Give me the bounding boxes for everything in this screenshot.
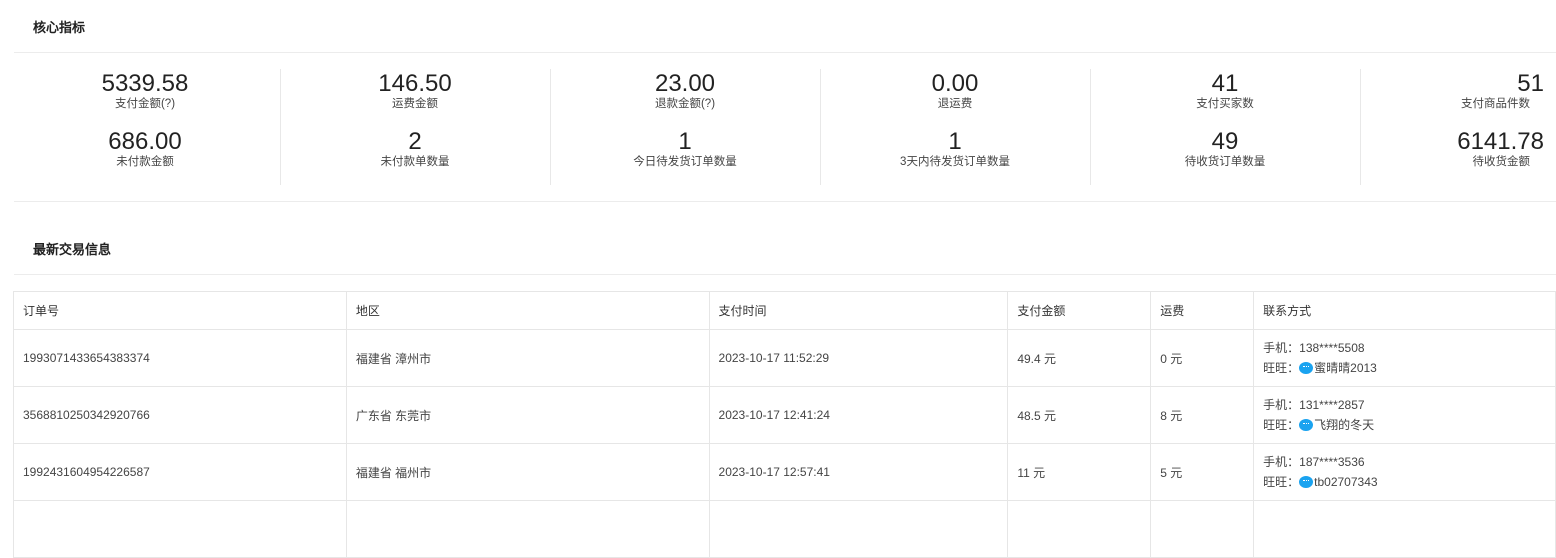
metric-value: 41 [1211, 70, 1239, 97]
metric-value: 1 [678, 128, 692, 155]
metric-unpaid-amount: 686.00 未付款金额 [10, 129, 280, 170]
wangwang-line: 旺旺： 蜜晴晴2013 [1263, 358, 1546, 378]
transactions-table: 订单号 地区 支付时间 支付金额 运费 联系方式 199307143365438… [13, 291, 1556, 558]
table-row: 3568810250342920766 广东省 东莞市 2023-10-17 1… [13, 386, 1556, 444]
latest-transactions-title: 最新交易信息 [33, 242, 112, 257]
wangwang-id[interactable]: 蜜晴晴2013 [1314, 361, 1377, 375]
metric-column: 5339.58 支付金额(?) 686.00 未付款金额 [10, 69, 281, 185]
pay-time-cell: 2023-10-17 12:57:41 [708, 443, 1009, 501]
pay-time-cell: 2023-10-17 12:41:24 [708, 386, 1009, 444]
contact-cell: 手机：187****3536 旺旺： tb02707343 [1253, 443, 1556, 501]
metric-label: 待收货订单数量 [1184, 156, 1266, 168]
region-cell: 福建省 漳州市 [345, 329, 710, 387]
phone-text: 手机：131****2857 [1263, 398, 1365, 412]
wangwang-label: 旺旺： [1263, 418, 1300, 432]
metric-value: 1 [948, 128, 962, 155]
pay-time-cell: 2023-10-17 11:52:29 [708, 329, 1009, 387]
wangwang-id[interactable]: tb02707343 [1314, 475, 1377, 489]
column-header-contact: 联系方式 [1253, 291, 1556, 330]
metric-label[interactable]: 支付金额(?) [10, 97, 280, 112]
order-no-cell: 1992431604954226587 [13, 443, 347, 501]
wangwang-chat-icon[interactable] [1299, 476, 1314, 488]
metric-label: 未付款金额 [116, 156, 174, 168]
metric-value: 5339.58 [101, 70, 189, 97]
metric-value: 49 [1211, 128, 1239, 155]
metric-freight-amount: 146.50 运费金额 [280, 71, 550, 112]
order-no-cell: 1993071433654383374 [13, 329, 347, 387]
metric-label: 今日待发货订单数量 [633, 156, 737, 168]
metric-column: 23.00 退款金额(?) 1 今日待发货订单数量 [550, 69, 821, 185]
core-metrics-panel: 5339.58 支付金额(?) 686.00 未付款金额 146.50 运费金额… [10, 69, 1556, 185]
column-header-pay-time: 支付时间 [708, 291, 1009, 330]
metric-unpaid-orders: 2 未付款单数量 [280, 129, 550, 170]
contact-cell: 手机：138****5508 旺旺： 蜜晴晴2013 [1253, 329, 1556, 387]
metric-paid-items: 51 支付商品件数 [1360, 71, 1544, 112]
column-header-region: 地区 [345, 291, 710, 330]
metric-refund-freight: 0.00 退运费 [820, 71, 1090, 112]
metric-value: 6141.78 [1457, 128, 1544, 155]
region-cell: 福建省 福州市 [345, 443, 710, 501]
metric-value: 686.00 [108, 128, 182, 155]
metric-label: 支付商品件数 [1461, 98, 1530, 110]
table-header-row: 订单号 地区 支付时间 支付金额 运费 联系方式 [13, 291, 1556, 330]
phone-text: 手机：138****5508 [1263, 341, 1365, 355]
metric-value: 23.00 [654, 70, 716, 97]
metric-refund-amount: 23.00 退款金额(?) [550, 71, 820, 112]
metric-pending-receipt-orders: 49 待收货订单数量 [1090, 129, 1360, 170]
metric-column: 41 支付买家数 49 待收货订单数量 [1090, 69, 1361, 185]
wangwang-line: 旺旺： tb02707343 [1263, 472, 1546, 492]
freight-cell: 5 元 [1150, 443, 1255, 501]
metric-today-pending-ship: 1 今日待发货订单数量 [550, 129, 820, 170]
divider [14, 201, 1556, 202]
metric-paying-buyers: 41 支付买家数 [1090, 71, 1360, 112]
wangwang-label: 旺旺： [1263, 475, 1300, 489]
metric-label: 退运费 [937, 98, 973, 110]
metric-value: 146.50 [378, 70, 452, 97]
metric-pay-amount: 5339.58 支付金额(?) [10, 71, 280, 112]
divider [14, 274, 1556, 275]
wangwang-id[interactable]: 飞翔的冬天 [1314, 418, 1374, 432]
metric-label[interactable]: 退款金额(?) [550, 97, 820, 112]
table-row [13, 500, 1556, 558]
column-header-freight: 运费 [1150, 291, 1255, 330]
divider [14, 52, 1556, 53]
metric-value: 51 [1517, 70, 1544, 97]
pay-amount-cell: 48.5 元 [1007, 386, 1152, 444]
freight-cell: 8 元 [1150, 386, 1255, 444]
table-row: 1992431604954226587 福建省 福州市 2023-10-17 1… [13, 443, 1556, 501]
metric-label: 3天内待发货订单数量 [900, 156, 1010, 168]
metric-label: 待收货金额 [1472, 156, 1531, 168]
column-header-pay-amount: 支付金额 [1007, 291, 1152, 330]
metric-label: 运费金额 [392, 98, 438, 110]
wangwang-chat-icon[interactable] [1299, 419, 1314, 431]
metric-3day-pending-ship: 1 3天内待发货订单数量 [820, 129, 1090, 170]
metric-value: 2 [408, 128, 422, 155]
region-cell: 广东省 东莞市 [345, 386, 710, 444]
core-metrics-title: 核心指标 [33, 20, 86, 35]
wangwang-line: 旺旺： 飞翔的冬天 [1263, 415, 1546, 435]
metric-column: 146.50 运费金额 2 未付款单数量 [280, 69, 551, 185]
contact-cell: 手机：131****2857 旺旺： 飞翔的冬天 [1253, 386, 1556, 444]
pay-amount-cell: 49.4 元 [1007, 329, 1152, 387]
order-no-cell: 3568810250342920766 [13, 386, 347, 444]
metric-label: 支付买家数 [1196, 98, 1254, 110]
wangwang-label: 旺旺： [1263, 361, 1300, 375]
freight-cell: 0 元 [1150, 329, 1255, 387]
metric-label: 未付款单数量 [380, 156, 450, 168]
table-row: 1993071433654383374 福建省 漳州市 2023-10-17 1… [13, 329, 1556, 387]
phone-text: 手机：187****3536 [1263, 455, 1365, 469]
wangwang-chat-icon[interactable] [1299, 362, 1314, 374]
metric-column: 0.00 退运费 1 3天内待发货订单数量 [820, 69, 1091, 185]
metric-value: 0.00 [931, 70, 979, 97]
column-header-order-no: 订单号 [13, 291, 347, 330]
metric-pending-receipt-amount: 6141.78 待收货金额 [1360, 129, 1544, 170]
metric-column: 51 支付商品件数 6141.78 待收货金额 [1360, 69, 1556, 185]
pay-amount-cell: 11 元 [1007, 443, 1152, 501]
